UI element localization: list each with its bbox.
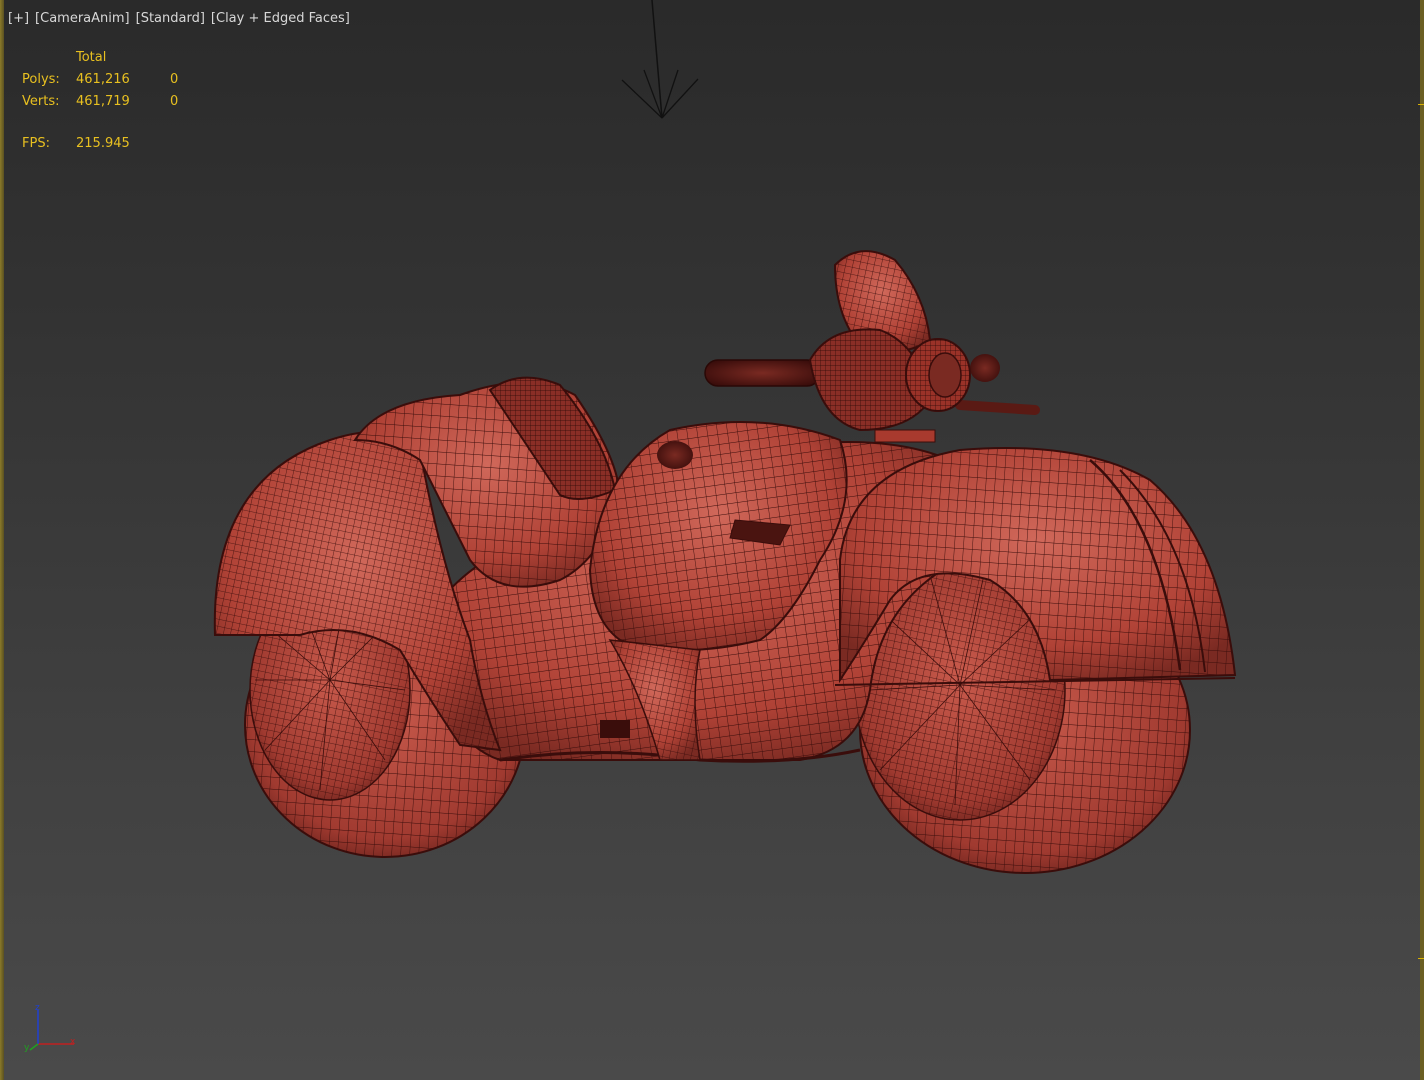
headlight-assembly <box>808 250 971 443</box>
axis-z-label: z <box>35 1003 40 1013</box>
axis-y-label: y <box>24 1043 30 1052</box>
axis-x-label: x <box>70 1037 76 1047</box>
motorcycle-mesh[interactable] <box>0 0 1424 1080</box>
axis-gizmo-icon: x z y <box>24 1003 76 1052</box>
perspective-viewport[interactable]: [+] [CameraAnim] [Standard] [Clay + Edge… <box>0 0 1424 1080</box>
